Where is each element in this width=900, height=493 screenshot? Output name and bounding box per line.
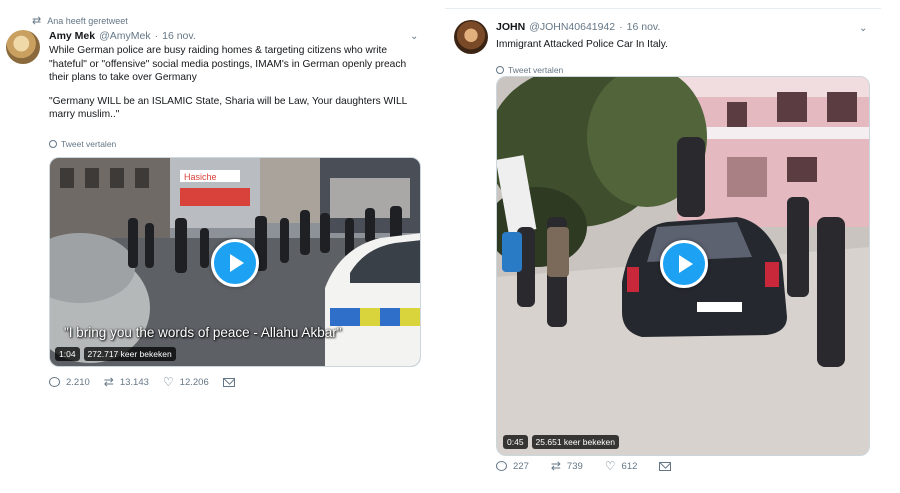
like-button[interactable]: ♡ 612 — [605, 460, 638, 472]
tweet-date[interactable]: 16 nov. — [162, 30, 196, 42]
separator: · — [619, 21, 623, 33]
tweet-paragraph: While German police are busy raiding hom… — [49, 45, 407, 83]
tweet-text: While German police are busy raiding hom… — [49, 44, 419, 122]
tweet-text: Immigrant Attacked Police Car In Italy. — [496, 38, 866, 52]
reply-button[interactable]: 2.210 — [49, 377, 90, 388]
dm-button[interactable] — [659, 461, 672, 471]
retweet-button[interactable]: ⇄ 13.143 — [104, 376, 149, 388]
reply-count: 227 — [513, 460, 529, 472]
chevron-down-icon[interactable]: ⌄ — [410, 31, 418, 42]
avatar[interactable] — [6, 30, 40, 64]
globe-icon — [49, 140, 57, 148]
translate-link[interactable]: Tweet vertalen — [49, 139, 116, 149]
retweeted-by-label: Ana heeft geretweet — [47, 15, 128, 26]
translate-label: Tweet vertalen — [61, 139, 117, 149]
like-count: 12.206 — [179, 376, 209, 388]
retweet-count: 13.143 — [119, 376, 149, 388]
dm-button[interactable] — [222, 377, 235, 387]
video-views: 25.651 keer bekeken — [531, 435, 619, 449]
translate-link[interactable]: Tweet vertalen — [496, 65, 563, 75]
reply-button[interactable]: 227 — [496, 461, 529, 472]
video-stats: 1:04 272.717 keer bekeken — [55, 347, 176, 361]
tweet-paragraph: Immigrant Attacked Police Car In Italy. — [496, 39, 668, 50]
author-name[interactable]: Amy Mek — [49, 30, 95, 42]
reply-icon — [496, 461, 507, 471]
retweet-icon: ⇄ — [103, 375, 114, 389]
video-player[interactable]: Hasiche "I bring you the words of peace … — [49, 157, 421, 367]
video-duration: 1:04 — [55, 347, 80, 361]
author-handle[interactable]: @AmyMek — [99, 30, 151, 42]
retweet-button[interactable]: ⇄ 739 — [551, 460, 583, 472]
video-views: 272.717 keer bekeken — [83, 347, 176, 361]
tweet-paragraph: "Germany WILL be an ISLAMIC State, Shari… — [49, 95, 407, 121]
tweet-actions: 227 ⇄ 739 ♡ 612 — [496, 460, 693, 472]
retweet-count: 739 — [566, 460, 583, 472]
tweet-john[interactable]: JOHN @JOHN40641942 · 16 nov. ⌄ Immigrant… — [445, 8, 881, 483]
video-duration: 0:45 — [503, 435, 528, 449]
heart-icon: ♡ — [162, 375, 174, 389]
reply-icon — [49, 377, 60, 387]
play-button[interactable] — [660, 240, 708, 288]
retweet-icon: ⇄ — [550, 459, 561, 473]
author-handle[interactable]: @JOHN40641942 — [529, 21, 615, 33]
tweet-date[interactable]: 16 nov. — [627, 21, 661, 33]
separator: · — [154, 30, 159, 42]
play-button[interactable] — [211, 239, 259, 287]
video-subtitle: "I bring you the words of peace - Allahu… — [64, 325, 342, 340]
author-name[interactable]: JOHN — [496, 21, 525, 33]
heart-icon: ♡ — [604, 459, 616, 473]
like-button[interactable]: ♡ 12.206 — [163, 376, 209, 388]
like-count: 612 — [621, 460, 638, 472]
chevron-down-icon[interactable]: ⌄ — [859, 23, 867, 34]
translate-label: Tweet vertalen — [508, 65, 564, 75]
tweet-header: JOHN @JOHN40641942 · 16 nov. — [496, 21, 660, 33]
reply-count: 2.210 — [66, 376, 90, 388]
mail-icon — [659, 461, 672, 471]
tweet-amy-mek[interactable]: ⇄ Ana heeft geretweet Amy Mek @AmyMek · … — [0, 0, 432, 493]
tweet-header: Amy Mek @AmyMek · 16 nov. — [49, 30, 196, 42]
retweet-icon: ⇄ — [32, 15, 42, 27]
mail-icon — [222, 377, 235, 387]
globe-icon — [496, 66, 504, 74]
tweet-actions: 2.210 ⇄ 13.143 ♡ 12.206 — [49, 376, 249, 388]
store-sign: Hasiche — [184, 172, 217, 182]
retweet-indicator[interactable]: ⇄ Ana heeft geretweet — [32, 14, 128, 27]
video-stats: 0:45 25.651 keer bekeken — [503, 435, 619, 449]
avatar[interactable] — [454, 20, 488, 54]
video-player[interactable]: 0:45 25.651 keer bekeken — [496, 76, 870, 456]
